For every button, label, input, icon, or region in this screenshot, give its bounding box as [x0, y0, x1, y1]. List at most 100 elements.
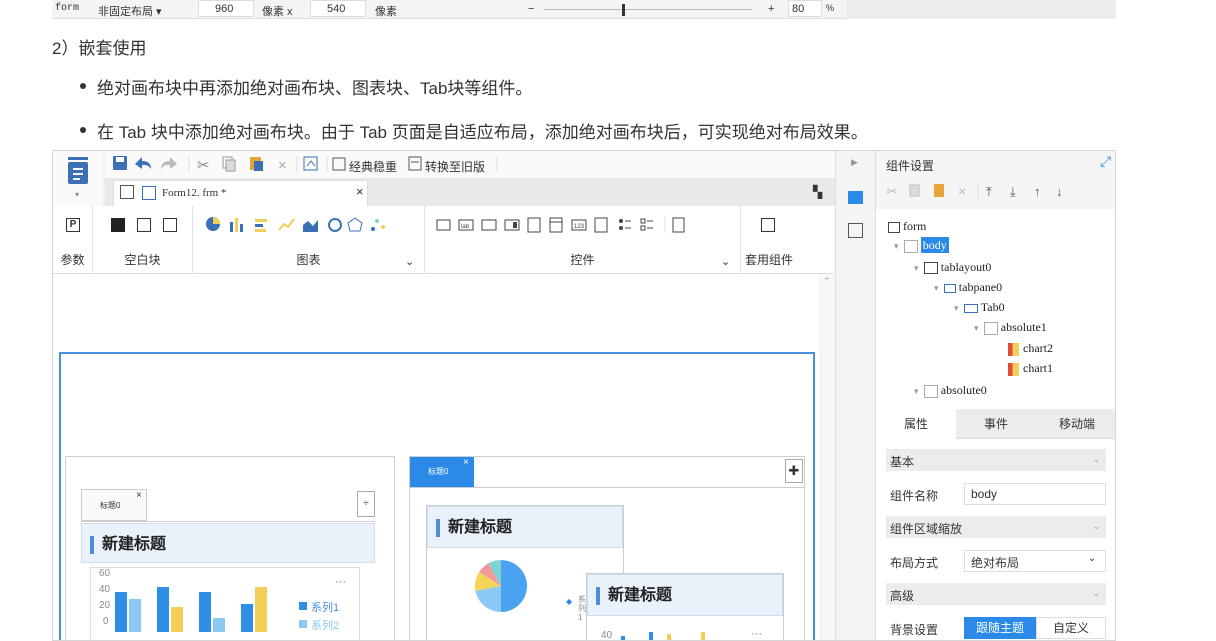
tab-title: 标题0: [100, 501, 121, 510]
design-canvas[interactable]: 标题0 × ÷ 新建标题 60 40 20 0 ··· 系列1 系列2 标题0 …: [53, 274, 835, 641]
zoom-slider-track[interactable]: [544, 9, 752, 10]
ribbon-group-blank: 空白块: [93, 206, 193, 274]
classic-theme-button[interactable]: 经典稳重: [349, 158, 397, 175]
tab-events[interactable]: 事件: [956, 409, 1036, 439]
ribbon-group-template: 套用组件: [741, 206, 797, 274]
tab-add-icon[interactable]: ÷: [357, 491, 375, 517]
name-input[interactable]: body: [964, 483, 1106, 505]
tab-divider: [81, 521, 375, 522]
tree-node-chart2[interactable]: chart2: [1008, 341, 1053, 356]
layout-select[interactable]: 非固定布局 ▾: [98, 3, 162, 19]
section-advanced[interactable]: 高级 ⌄: [886, 583, 1106, 605]
preview-icon: [303, 156, 318, 171]
canvas-scrollbar[interactable]: ⌃: [819, 274, 835, 640]
form-doc-icon: [142, 186, 156, 200]
select-arrow-icon: ⌄: [1088, 553, 1097, 564]
property-tabs: 属性 事件 移动端: [876, 409, 1115, 439]
chart-type-icons[interactable]: [205, 216, 405, 234]
zoom-unit: %: [826, 3, 835, 13]
svg-text:⤒: ⤒: [986, 184, 992, 199]
svg-text:↑: ↑: [1034, 184, 1041, 199]
pie-chart[interactable]: [471, 556, 531, 616]
ribbon-group-label: 空白块: [124, 253, 161, 267]
layout-select[interactable]: 绝对布局: [964, 550, 1106, 572]
delete-icon: ×: [278, 157, 287, 174]
tab-header-left[interactable]: 标题0 ×: [81, 489, 147, 521]
zoom-input[interactable]: 80: [788, 0, 822, 17]
tab-close-icon[interactable]: ×: [136, 490, 142, 501]
controls-expand-icon[interactable]: ⌄: [721, 255, 730, 268]
tab-block-icon[interactable]: [137, 218, 151, 232]
scroll-up-icon[interactable]: ⌃: [823, 276, 831, 287]
chart-expand-icon[interactable]: ⌄: [405, 255, 414, 268]
mini-bar: [701, 632, 705, 640]
layout-row: 布局方式 绝对布局 ⌄: [886, 550, 1106, 572]
tree-node-absolute1[interactable]: ▾ absolute1: [974, 320, 1047, 335]
tab-properties[interactable]: 属性: [876, 409, 956, 439]
tree-node-tabpane[interactable]: ▾ tabpane0: [934, 280, 1002, 295]
bar: [199, 592, 211, 632]
section-basic[interactable]: 基本 ⌄: [886, 449, 1106, 471]
panel-title: 组件设置: [886, 159, 935, 173]
bar-plot: [115, 587, 267, 632]
bar-chart[interactable]: 60 40 20 0 ··· 系列1 系列2: [90, 567, 360, 640]
absolute-block-left[interactable]: 标题0 × ÷ 新建标题 60 40 20 0 ··· 系列1 系列2: [65, 456, 395, 640]
panel-pin-icon[interactable]: ⤢: [1100, 153, 1111, 170]
tree-toolbar[interactable]: ✂ × ⤒ ⤓ ↑ ↓: [886, 181, 1106, 201]
chart-title: 新建标题: [90, 536, 166, 554]
file-tab[interactable]: Form12. frm * ×: [113, 180, 368, 206]
tab-add-icon[interactable]: ✚: [785, 459, 803, 483]
component-settings-icon[interactable]: [848, 191, 863, 204]
bg-follow-theme-button[interactable]: 跟随主题: [964, 617, 1036, 639]
tree-node-tablayout[interactable]: ▾ tablayout0: [914, 260, 991, 275]
quick-toolbar: ✂ × 经典稳重 转换至旧版: [105, 151, 835, 178]
layout-icon[interactable]: [848, 223, 863, 238]
convert-old-button[interactable]: 转换至旧版: [425, 158, 485, 175]
chart-overlap-2[interactable]: 新建标题 40 ···: [586, 573, 784, 641]
file-tab-bar: Form12. frm * × ▚: [105, 178, 835, 206]
background-row: 背景设置 跟随主题 自定义: [886, 617, 1106, 639]
tree-node-body[interactable]: ▾ body: [894, 237, 949, 253]
svg-text:▾: ▾: [75, 190, 79, 199]
bg-custom-button[interactable]: 自定义: [1036, 617, 1106, 639]
y-tick: 0: [103, 616, 109, 627]
template-component-icon[interactable]: [761, 218, 775, 232]
y-tick: 40: [99, 584, 111, 595]
tab-close-icon[interactable]: ×: [463, 457, 469, 468]
height-input[interactable]: 540: [310, 0, 366, 17]
tab-mobile[interactable]: 移动端: [1036, 409, 1115, 439]
tab-header-right-active[interactable]: 标题0 ×: [410, 457, 474, 487]
ribbon-group-label: 套用组件: [744, 253, 793, 267]
undo-icon: [135, 157, 151, 169]
table-block-icon[interactable]: [163, 218, 177, 232]
param-icon[interactable]: P: [66, 218, 80, 232]
y-tick: 40: [601, 630, 613, 641]
bar: [129, 599, 141, 632]
chart-title-bar: 新建标题: [81, 523, 375, 563]
chart-title-bar: 新建标题: [427, 506, 623, 548]
tree-node-form[interactable]: form: [888, 219, 926, 234]
control-type-icons[interactable]: lab 123: [435, 216, 725, 234]
topbar-right-area: [846, 0, 1116, 19]
tree-node-absolute0[interactable]: ▾ absolute0: [914, 383, 987, 398]
tree-node-chart1[interactable]: chart1: [1008, 361, 1053, 376]
more-icon[interactable]: ···: [751, 628, 762, 640]
convert-icon: [408, 156, 422, 171]
absolute-block-icon[interactable]: [111, 218, 125, 232]
zoom-in-button[interactable]: +: [768, 3, 774, 15]
zoom-slider-thumb[interactable]: [622, 4, 625, 16]
tab-menu-icon[interactable]: ▚: [813, 185, 822, 199]
file-tab-close-icon[interactable]: ×: [356, 184, 364, 199]
redo-icon: [161, 157, 177, 169]
svg-text:✂: ✂: [197, 157, 210, 174]
tab-title: 标题0: [428, 467, 449, 476]
tab-block-right[interactable]: 标题0 × ✚ 新建标题 新建标题 40 ··· ◆ 系 列1: [409, 456, 805, 641]
collapse-arrow-icon[interactable]: ▶: [851, 157, 858, 168]
section-scale[interactable]: 组件区域缩放 ⌄: [886, 516, 1106, 538]
width-input[interactable]: 960: [198, 0, 254, 17]
zoom-out-button[interactable]: −: [528, 3, 534, 15]
more-icon[interactable]: ···: [335, 576, 346, 588]
tab-divider: [410, 487, 804, 488]
theme-icon: [332, 157, 346, 171]
tree-node-tab0[interactable]: ▾ Tab0: [954, 300, 1005, 315]
